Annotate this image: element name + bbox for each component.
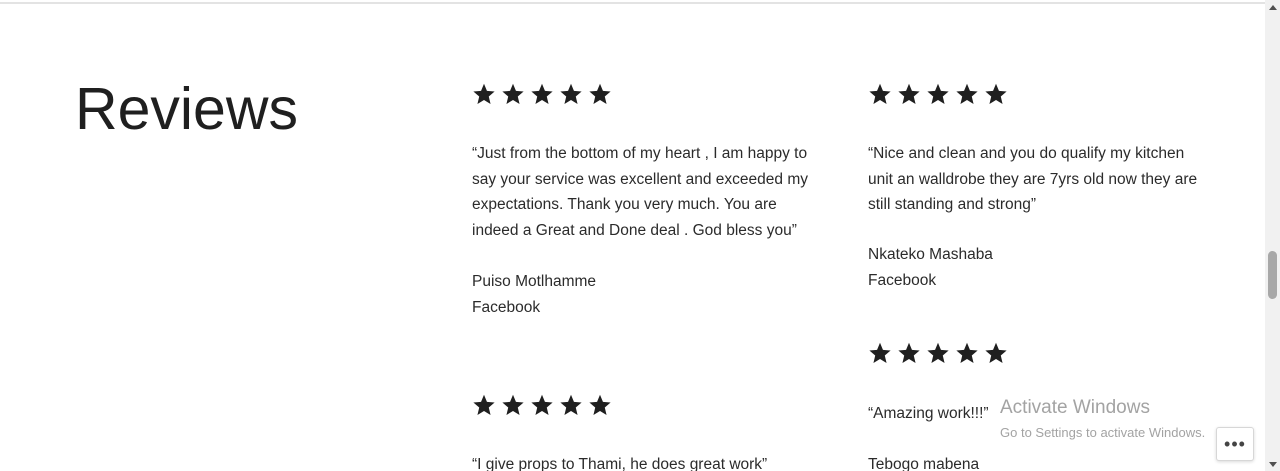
review-card: “Just from the bottom of my heart , I am…	[472, 82, 812, 321]
star-icon	[559, 82, 583, 106]
review-card: “Amazing work!!!” Tebogo mabena	[868, 341, 1208, 471]
star-icon	[472, 82, 496, 106]
star-icon	[897, 82, 921, 106]
chevron-up-icon	[1268, 4, 1277, 10]
review-quote: “I give props to Thami, he does great wo…	[472, 456, 768, 471]
review-quote: “Just from the bottom of my heart , I am…	[472, 145, 808, 240]
star-icon	[897, 341, 921, 365]
star-icon	[588, 82, 612, 106]
page: Reviews “Just from the bottom of my hear…	[0, 0, 1280, 471]
star-icon	[472, 393, 496, 417]
review-author: Tebogo mabena	[868, 455, 980, 471]
star-rating	[472, 82, 812, 106]
section-heading: Reviews	[75, 76, 298, 142]
vertical-scrollbar[interactable]	[1265, 0, 1280, 471]
review-quote: “Amazing work!!!”	[868, 405, 989, 422]
star-icon	[955, 82, 979, 106]
star-icon	[955, 341, 979, 365]
scroll-up-button[interactable]	[1265, 0, 1280, 14]
star-rating	[868, 341, 1208, 365]
star-icon	[588, 393, 612, 417]
star-icon	[868, 341, 892, 365]
review-author: Puiso Motlhamme	[472, 272, 597, 290]
review-card: “Nice and clean and you do qualify my ki…	[868, 82, 1208, 294]
top-divider	[0, 2, 1265, 4]
scrollbar-thumb[interactable]	[1268, 251, 1277, 299]
scroll-down-button[interactable]	[1265, 457, 1280, 471]
star-icon	[926, 82, 950, 106]
review-source: Facebook	[472, 298, 541, 316]
star-icon	[926, 341, 950, 365]
star-icon	[984, 341, 1008, 365]
star-rating	[868, 82, 1208, 106]
star-icon	[501, 82, 525, 106]
star-icon	[530, 393, 554, 417]
review-source: Facebook	[868, 272, 937, 290]
star-icon	[501, 393, 525, 417]
chevron-down-icon	[1268, 461, 1277, 467]
review-card: “I give props to Thami, he does great wo…	[472, 393, 812, 471]
review-quote: “Nice and clean and you do qualify my ki…	[868, 145, 1198, 214]
star-icon	[868, 82, 892, 106]
star-icon	[984, 82, 1008, 106]
review-author: Nkateko Mashaba	[868, 246, 993, 264]
more-options-button[interactable]: •••	[1216, 427, 1254, 461]
star-icon	[530, 82, 554, 106]
star-icon	[559, 393, 583, 417]
more-horizontal-icon: •••	[1224, 434, 1246, 454]
star-rating	[472, 393, 812, 417]
